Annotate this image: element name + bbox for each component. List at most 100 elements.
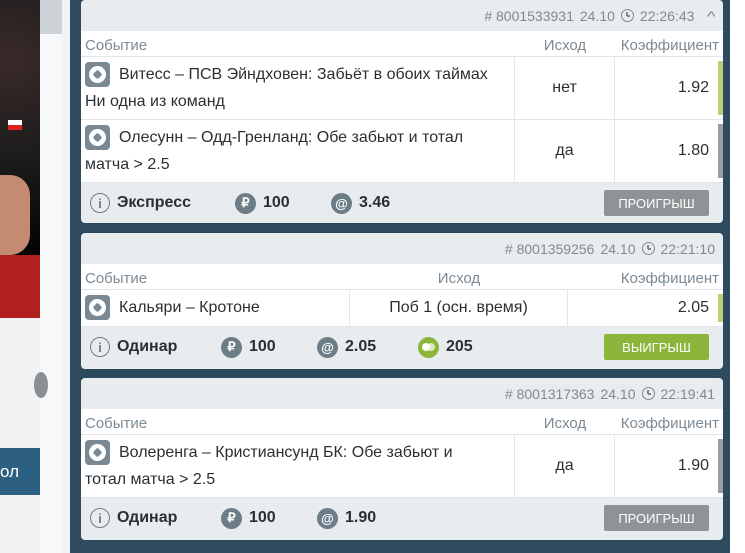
column-outcome: Исход: [543, 415, 587, 432]
info-icon[interactable]: i: [90, 508, 110, 528]
bet-card: # 8001533931 24.10 22:26:43 ^ Событие Ис…: [81, 0, 723, 223]
status-badge: ВЫИГРЫШ: [604, 334, 709, 360]
at-icon: @: [331, 192, 352, 214]
clock-icon: [641, 242, 655, 255]
coins-icon: [418, 336, 439, 358]
coef-cell: 1.90: [677, 457, 709, 474]
carousel-dot[interactable]: [34, 372, 48, 398]
bet-row: Олесунн – Одд-Гренланд: Обе забьют и тот…: [81, 120, 723, 183]
result-marker: [718, 61, 723, 115]
partial-nav-button[interactable]: ол: [0, 448, 40, 495]
event-cell: Кальяри – Кротоне: [81, 290, 350, 326]
bet-stake: ₽100: [221, 507, 276, 529]
bet-footer: i Одинар ₽100 @2.05 205 ВЫИГРЫШ: [81, 327, 723, 367]
football-icon: [85, 440, 110, 465]
column-event: Событие: [85, 415, 148, 432]
bet-total-coef: @3.46: [331, 192, 390, 214]
bet-win: 205: [418, 336, 473, 358]
bet-header: # 8001317363 24.10 22:19:41: [81, 378, 723, 409]
total-coef-value: 1.90: [345, 509, 377, 526]
info-icon[interactable]: i: [90, 337, 110, 357]
bet-card: # 8001359256 24.10 22:21:10 Событие Исхо…: [81, 233, 723, 369]
clock-icon: [620, 9, 634, 22]
bet-row: Витесс – ПСВ Эйндховен: Забьёт в обоих т…: [81, 57, 723, 120]
at-icon: @: [317, 336, 338, 358]
bet-stake: ₽100: [235, 192, 290, 214]
flag-patch: [8, 120, 22, 130]
win-value: 205: [446, 338, 473, 355]
event-name-cont: тотал матча > 2.5: [85, 471, 216, 488]
column-headers: Событие Исход Коэффициент: [81, 409, 723, 435]
bet-stake: ₽100: [221, 336, 276, 358]
coef-cell: 2.05: [677, 299, 709, 316]
photo-fragment: [0, 0, 40, 318]
result-marker: [718, 439, 723, 493]
bet-time: 22:26:43: [639, 7, 695, 24]
stake-value: 100: [249, 509, 276, 526]
ruble-icon: ₽: [235, 192, 256, 214]
stake-value: 100: [249, 338, 276, 355]
bet-id: # 8001533931: [484, 7, 574, 24]
bet-total-coef: @2.05: [317, 336, 377, 358]
clock-icon: [641, 387, 655, 400]
coef-cell: 1.80: [677, 142, 709, 159]
bet-date: 24.10: [600, 240, 636, 257]
bet-time: 22:21:10: [660, 240, 716, 257]
event-name-cont: матча > 2.5: [85, 156, 170, 173]
bet-id: # 8001359256: [504, 240, 595, 257]
column-coef: Коэффициент: [620, 37, 719, 54]
outcome-cell: да: [515, 435, 615, 497]
column-event: Событие: [85, 270, 148, 287]
event-cell: Волеренга – Кристиансунд БК: Обе забьют …: [81, 435, 515, 497]
total-coef-value: 2.05: [345, 338, 377, 355]
bet-type: i Одинар: [90, 337, 177, 357]
ruble-icon: ₽: [221, 336, 242, 358]
bet-row: Кальяри – Кротоне Поб 1 (осн. время) 2.0…: [81, 290, 723, 327]
coef-cell: 1.92: [677, 79, 709, 96]
outcome-cell: Поб 1 (осн. время): [350, 290, 568, 326]
right-gutter: [730, 0, 745, 553]
status-badge: ПРОИГРЫШ: [604, 190, 709, 216]
info-icon[interactable]: i: [90, 193, 110, 213]
column-headers: Событие Исход Коэффициент: [81, 264, 723, 290]
bet-card: # 8001317363 24.10 22:19:41 Событие Исхо…: [81, 378, 723, 540]
bet-type: i Экспресс: [90, 193, 191, 213]
ruble-icon: ₽: [221, 507, 242, 529]
football-icon: [85, 295, 110, 320]
side-strip: [40, 0, 62, 553]
bet-header: # 8001533931 24.10 22:26:43 ^: [81, 0, 723, 31]
bet-header: # 8001359256 24.10 22:21:10: [81, 233, 723, 264]
column-event: Событие: [85, 37, 148, 54]
partial-nav-button-label: ол: [0, 462, 20, 481]
event-name-cont: Ни одна из команд: [85, 93, 225, 110]
bet-type-label: Одинар: [117, 509, 178, 526]
event-name: Витесс – ПСВ Эйндховен: Забьёт в обоих т…: [119, 66, 488, 83]
football-icon: [85, 125, 110, 150]
event-cell: Витесс – ПСВ Эйндховен: Забьёт в обоих т…: [81, 57, 515, 119]
bet-footer: i Одинар ₽100 @1.90 ПРОИГРЫШ: [81, 498, 723, 538]
face-fragment: [0, 175, 30, 255]
event-name: Олесунн – Одд-Гренланд: Обе забьют и тот…: [119, 129, 464, 146]
bet-type: i Одинар: [90, 508, 177, 528]
event-cell: Олесунн – Одд-Гренланд: Обе забьют и тот…: [81, 120, 515, 182]
event-name: Кальяри – Кротоне: [119, 299, 260, 316]
football-icon: [85, 62, 110, 87]
chevron-up-icon[interactable]: ^: [707, 8, 716, 24]
bet-id: # 8001317363: [504, 385, 595, 402]
status-badge: ПРОИГРЫШ: [604, 505, 709, 531]
event-name: Волеренга – Кристиансунд БК: Обе забьют …: [119, 444, 453, 461]
result-marker: [718, 294, 723, 322]
stake-value: 100: [263, 194, 290, 211]
column-coef: Коэффициент: [620, 415, 719, 432]
bet-type-label: Экспресс: [117, 194, 191, 211]
at-icon: @: [317, 507, 338, 529]
column-outcome: Исход: [437, 270, 481, 287]
bet-footer: i Экспресс ₽100 @3.46 ПРОИГРЫШ: [81, 183, 723, 223]
jersey-stripe: [0, 255, 40, 318]
column-coef: Коэффициент: [620, 270, 719, 287]
outcome-cell: нет: [515, 57, 615, 119]
outcome-cell: да: [515, 120, 615, 182]
bet-total-coef: @1.90: [317, 507, 377, 529]
bet-date: 24.10: [600, 385, 636, 402]
bet-date: 24.10: [579, 7, 615, 24]
